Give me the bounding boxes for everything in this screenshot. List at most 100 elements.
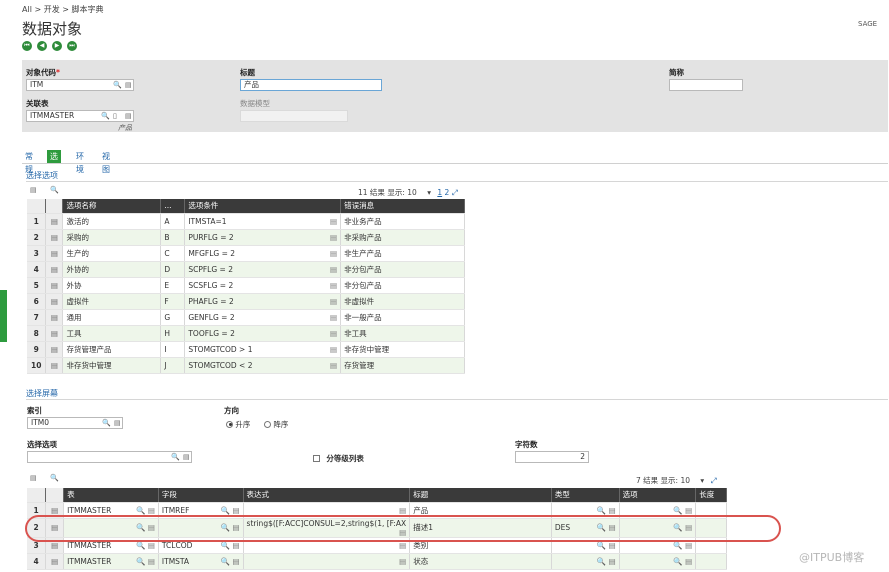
page-1-link[interactable]: 1 — [437, 188, 442, 197]
chars-input[interactable]: 2 — [515, 451, 589, 463]
option-condition-cell[interactable]: SCSFLG = 2 ▤ — [184, 277, 342, 294]
error-message-cell[interactable]: 非分包产品 — [340, 261, 465, 278]
page-2-link[interactable]: 2 — [445, 188, 450, 197]
option-name-cell[interactable]: 激活的 — [62, 213, 162, 230]
table-row[interactable]: 7 ▤ 通用 G GENFLG = 2 ▤ 非一般产品 — [27, 309, 465, 326]
search-icon[interactable]: 🔍 ▤ — [673, 506, 692, 515]
row-menu-icon[interactable]: ▤ — [45, 341, 64, 358]
title-cell[interactable]: 状态 — [409, 553, 552, 570]
table-row[interactable]: 9 ▤ 存货管理产品 I STOMGTCOD > 1 ▤ 非存货中管理 — [27, 341, 465, 358]
search-icon[interactable]: 🔍 ▤ — [136, 557, 155, 566]
option-name-cell[interactable]: 虚拟件 — [62, 293, 162, 310]
error-message-cell[interactable]: 非工具 — [340, 325, 465, 342]
search-icon[interactable]: 🔍 ▤ — [597, 557, 616, 566]
row-menu-icon[interactable]: ▤ — [45, 309, 64, 326]
option-condition-cell[interactable]: STOMGTCOD < 2 ▤ — [184, 357, 342, 374]
search-icon[interactable]: 🔍 — [50, 474, 59, 482]
column-header[interactable]: 表达式 — [243, 488, 411, 503]
breadcrumb-all[interactable]: All > — [22, 5, 41, 14]
option-condition-cell[interactable]: TOOFLG = 2 ▤ — [184, 325, 342, 342]
edit-icon[interactable]: ▤ — [330, 217, 337, 226]
error-message-cell[interactable]: 非采购产品 — [340, 229, 465, 246]
option-name-cell[interactable]: 生产的 — [62, 245, 162, 262]
search-icon[interactable]: 🔍 ▤ — [136, 506, 155, 515]
last-record-icon[interactable]: ⏭ — [67, 41, 77, 51]
checkbox[interactable] — [313, 454, 320, 462]
side-panel-toggle[interactable] — [0, 290, 7, 342]
option-cell[interactable]: 🔍 ▤ — [619, 553, 697, 570]
breadcrumb-dev[interactable]: 开发 > — [44, 5, 69, 14]
edit-icon[interactable]: ▤ — [330, 233, 337, 242]
row-menu-icon[interactable]: ▤ — [45, 325, 64, 342]
related-table-input[interactable]: ITMMASTER 🔍 ▯ ▤ — [26, 110, 134, 122]
option-name-cell[interactable]: 工具 — [62, 325, 162, 342]
option-code-cell[interactable]: F — [160, 293, 186, 310]
option-code-cell[interactable]: C — [160, 245, 186, 262]
index-input[interactable]: ITM0 🔍 ▤ — [27, 417, 123, 429]
table-cell[interactable]: ITMMASTER 🔍 ▤ — [63, 553, 159, 570]
column-header[interactable]: 标题 — [409, 488, 552, 503]
radio-asc[interactable] — [226, 420, 233, 428]
column-header[interactable]: ... — [160, 199, 186, 214]
direction-desc-option[interactable]: 降序 — [264, 419, 288, 430]
option-code-cell[interactable]: D — [160, 261, 186, 278]
option-name-cell[interactable]: 外协的 — [62, 261, 162, 278]
option-code-cell[interactable]: B — [160, 229, 186, 246]
edit-icon[interactable]: ▤ — [330, 265, 337, 274]
row-menu-icon[interactable]: ▤ — [45, 277, 64, 294]
column-header[interactable]: 类型 — [551, 488, 620, 503]
edit-icon[interactable]: ▤ — [399, 506, 406, 515]
row-menu-icon[interactable]: ▤ — [45, 261, 64, 278]
edit-icon[interactable]: ▤ — [399, 557, 406, 566]
search-icon[interactable]: 🔍 — [171, 452, 180, 462]
table-row[interactable]: 10 ▤ 非存货中管理 J STOMGTCOD < 2 ▤ 存货管理 — [27, 357, 465, 374]
list-icon[interactable]: ▤ — [183, 452, 190, 462]
edit-icon[interactable]: ▤ — [330, 313, 337, 322]
edit-icon[interactable]: ▤ — [330, 345, 337, 354]
error-message-cell[interactable]: 非生产产品 — [340, 245, 465, 262]
radio-desc[interactable] — [264, 420, 271, 428]
document-icon[interactable]: ▯ — [113, 111, 117, 121]
row-menu-icon[interactable]: ▤ — [45, 293, 64, 310]
row-menu-icon[interactable]: ▤ — [45, 245, 64, 262]
table-row[interactable]: 8 ▤ 工具 H TOOFLG = 2 ▤ 非工具 — [27, 325, 465, 342]
search-icon[interactable]: 🔍 — [113, 80, 122, 90]
chevron-down-icon[interactable]: ▾ — [700, 476, 704, 485]
error-message-cell[interactable]: 非分包产品 — [340, 277, 465, 294]
row-menu-icon[interactable]: ▤ — [45, 213, 64, 230]
grid-menu-icon[interactable]: ▤ — [30, 474, 37, 482]
option-name-cell[interactable]: 采购的 — [62, 229, 162, 246]
length-cell[interactable] — [695, 553, 727, 570]
column-header[interactable]: 错误消息 — [340, 199, 465, 214]
direction-asc-option[interactable]: 升序 — [226, 419, 250, 430]
table-row[interactable]: 4 ▤ 外协的 D SCPFLG = 2 ▤ 非分包产品 — [27, 261, 465, 278]
error-message-cell[interactable]: 非业务产品 — [340, 213, 465, 230]
table-row[interactable]: 6 ▤ 虚拟件 F PHAFLG = 2 ▤ 非虚拟件 — [27, 293, 465, 310]
search-icon[interactable]: 🔍 ▤ — [221, 506, 240, 515]
search-icon[interactable]: 🔍 — [101, 111, 110, 121]
tab-environment[interactable]: 环境 — [73, 150, 87, 174]
edit-icon[interactable]: ▤ — [330, 329, 337, 338]
tab-view[interactable]: 视图 — [99, 150, 113, 174]
error-message-cell[interactable]: 非一般产品 — [340, 309, 465, 326]
option-condition-cell[interactable]: MFGFLG = 2 ▤ — [184, 245, 342, 262]
display-count[interactable]: 10 — [407, 188, 417, 197]
option-condition-cell[interactable]: ITMSTA=1 ▤ — [184, 213, 342, 230]
chevron-down-icon[interactable]: ▾ — [427, 188, 431, 197]
search-icon[interactable]: 🔍 ▤ — [221, 557, 240, 566]
option-code-cell[interactable]: J — [160, 357, 186, 374]
option-name-cell[interactable]: 存货管理产品 — [62, 341, 162, 358]
row-menu-icon[interactable]: ▤ — [45, 357, 64, 374]
column-header[interactable]: 长度 — [695, 488, 727, 503]
table-row[interactable]: 2 ▤ 采购的 B PURFLG = 2 ▤ 非采购产品 — [27, 229, 465, 246]
short-title-input[interactable] — [669, 79, 743, 91]
option-name-cell[interactable]: 通用 — [62, 309, 162, 326]
edit-icon[interactable]: ▤ — [330, 249, 337, 258]
tab-selection[interactable]: 选择 — [47, 150, 61, 174]
list-icon[interactable]: ▤ — [114, 418, 121, 428]
title-input[interactable]: 产品 — [240, 79, 382, 91]
search-icon[interactable]: 🔍 — [50, 186, 59, 194]
next-record-icon[interactable]: ▶ — [52, 41, 62, 51]
display-count[interactable]: 10 — [680, 476, 690, 485]
grid-menu-icon[interactable]: ▤ — [30, 186, 37, 194]
